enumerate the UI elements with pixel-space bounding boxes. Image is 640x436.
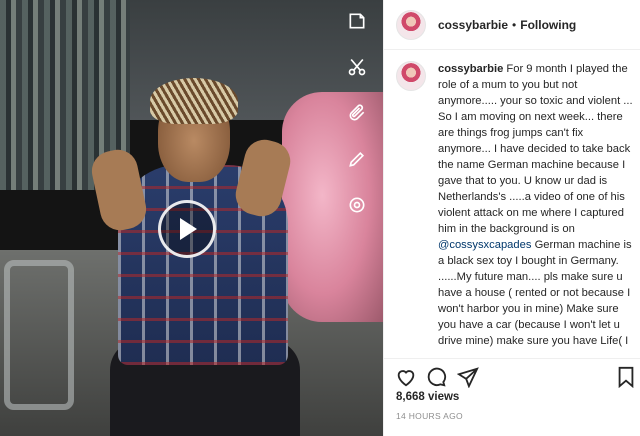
- heart-icon[interactable]: [394, 365, 418, 389]
- share-icon[interactable]: [456, 365, 480, 389]
- post-sidebar: cossybarbie • Following cossybarbie For …: [383, 0, 640, 436]
- caption-body-start: For 9 month I played the role of a mum t…: [438, 63, 633, 235]
- caption-avatar[interactable]: [396, 61, 426, 91]
- post-timestamp[interactable]: 14 HOURS AGO: [396, 411, 463, 421]
- post-header: cossybarbie • Following: [384, 0, 640, 50]
- caption-username[interactable]: cossybarbie: [438, 63, 503, 75]
- bookmark-icon[interactable]: [614, 365, 638, 389]
- caption-area: cossybarbie For 9 month I played the rol…: [396, 61, 636, 352]
- view-count[interactable]: 8,668 views: [396, 391, 459, 403]
- video-editing-tools: [342, 8, 372, 218]
- video-player[interactable]: [0, 0, 383, 436]
- caption-body-end: German machine is a black sex toy I boug…: [438, 239, 632, 352]
- following-button[interactable]: Following: [520, 18, 576, 32]
- comment-icon[interactable]: [424, 365, 448, 389]
- caption-comment: cossybarbie For 9 month I played the rol…: [396, 61, 636, 352]
- caption-mention-link[interactable]: @cossysxcapades: [438, 239, 531, 251]
- scissors-icon: [344, 54, 370, 80]
- shape-icon: [344, 192, 370, 218]
- sticker-icon: [344, 8, 370, 34]
- caption-text: cossybarbie For 9 month I played the rol…: [438, 61, 636, 352]
- pencil-icon: [344, 146, 370, 172]
- separator-dot: •: [512, 17, 517, 32]
- post-username[interactable]: cossybarbie: [438, 18, 508, 32]
- avatar[interactable]: [396, 9, 426, 40]
- action-bar: [384, 358, 640, 394]
- play-button[interactable]: [158, 200, 216, 258]
- paperclip-icon: [344, 100, 370, 126]
- play-icon: [180, 218, 197, 240]
